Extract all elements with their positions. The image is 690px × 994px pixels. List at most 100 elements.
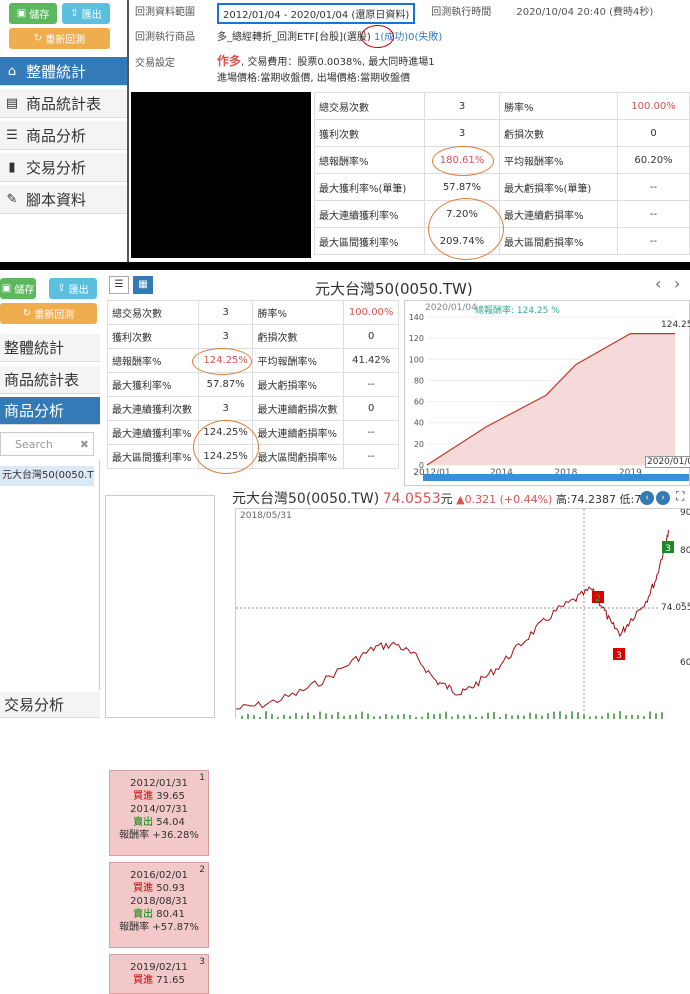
fail-link[interactable]: 0(失敗) <box>408 32 442 43</box>
stats-value: 41.42% <box>343 348 399 373</box>
stats-value: 57.87% <box>424 173 500 201</box>
grid-view-toggle[interactable]: ▦ <box>133 276 153 294</box>
stats-label: 勝率% <box>252 300 345 325</box>
nav-trade-analysis[interactable]: ▮ 交易分析 <box>0 153 127 182</box>
export-button[interactable]: ⇪ 匯出 <box>62 3 110 24</box>
search-input[interactable]: Search <box>15 438 80 451</box>
stats-value: -- <box>617 173 690 201</box>
trade-sell-date: 2018/08/31 <box>130 896 188 907</box>
stats-label: 獲利次數 <box>107 324 199 349</box>
stats-value: -- <box>617 227 690 255</box>
trade-card[interactable]: 3 2019/02/11 買進 71.65 <box>109 954 209 994</box>
save-icon: ▣ <box>1 283 12 294</box>
stats-value: 0 <box>343 324 399 349</box>
expand-icon[interactable]: ⛶ <box>676 489 684 504</box>
trade-card[interactable]: 2 2016/02/01 買進 50.93 2018/08/31 賣出 80.41 報酬率… <box>109 862 209 948</box>
nav-product-analysis[interactable]: ☰ 商品分析 <box>0 121 127 150</box>
volume-bar <box>457 714 459 719</box>
setting-line2: 進場價格:當期收盤價, 出場價格:當期收盤價 <box>217 73 411 84</box>
annotation-circle <box>192 348 252 375</box>
stats-value: 3 <box>197 324 254 349</box>
search-box[interactable]: Search ✖ <box>0 432 94 456</box>
redacted-block <box>131 92 311 258</box>
trade-sell-date: 2014/07/31 <box>130 804 188 815</box>
bar-chart-icon: ▮ <box>8 159 16 175</box>
y-tick-label: 100 <box>409 355 424 364</box>
stats-label: 最大虧損率%(單筆) <box>499 173 618 201</box>
volume-bar <box>391 715 393 719</box>
trade-card[interactable]: 1 2012/01/31 買進 39.65 2014/07/31 賣出 54.04 報酬率… <box>109 770 209 856</box>
screenshot-separator <box>0 262 690 270</box>
y-tick-label: 120 <box>409 334 424 343</box>
product-value: 多_總經轉折_回測ETF[台股](選股) <box>217 32 371 43</box>
y-tick-label: 60 <box>414 398 424 407</box>
bottom-panel: ▣ 儲存 ⇪ 匯出 ↻ 重新回測 整體統計 商品統計表 商品分析 Search ✖ 元… <box>0 270 690 994</box>
trade-buy-label: 買進 <box>133 791 154 802</box>
nav-product-table[interactable]: ▤ 商品統計表 <box>0 89 127 118</box>
trade-return: +36.28% <box>152 830 199 841</box>
exec-time-label: 回測執行時間 <box>431 7 492 18</box>
y-tick-label: 140 <box>409 313 424 322</box>
volume-bar <box>325 713 327 719</box>
nav-trade-analysis[interactable]: 交易分析 <box>0 692 100 718</box>
close-icon[interactable]: ✖ <box>80 438 89 451</box>
trade-marker-sell: 3 <box>662 541 674 554</box>
trade-number: 3 <box>199 957 205 967</box>
nav-overall[interactable]: 整體統計 <box>0 334 100 362</box>
rerun-button[interactable]: ↻ 重新回測 <box>0 303 97 324</box>
export-button[interactable]: ⇪ 匯出 <box>49 278 97 299</box>
stats-label: 虧損次數 <box>252 324 345 349</box>
nav-script[interactable]: ✎ 腳本資料 <box>0 185 127 214</box>
chevron-left-icon[interactable]: ‹ <box>655 274 661 293</box>
chevron-right-icon[interactable]: › <box>674 274 680 293</box>
price-header: 元大台灣50(0050.TW) 74.0553元 ▲0.321 (+0.44%)… <box>232 488 690 508</box>
volume-bar <box>565 714 567 719</box>
volume-bar <box>637 715 639 719</box>
stats-row: 獲利次數 3 虧損次數 0 <box>314 119 690 147</box>
equity-date-label: 2020/01/04 <box>425 303 477 313</box>
volume-bar <box>613 713 615 719</box>
volume-bar <box>307 712 309 719</box>
nav-product-table[interactable]: 商品統計表 <box>0 366 100 394</box>
export-icon: ⇪ <box>57 283 66 294</box>
y-tick-label: 80 <box>680 546 690 556</box>
volume-bar <box>439 713 441 719</box>
trade-buy-label: 買進 <box>133 883 154 894</box>
refresh-icon: ↻ <box>33 33 43 44</box>
price-unit: 元 <box>440 492 453 506</box>
chart-next-icon[interactable]: › <box>656 491 670 505</box>
price-change: ▲0.321 (+0.44%) <box>456 493 553 506</box>
save-button[interactable]: ▣ 儲存 <box>0 278 36 299</box>
volume-bar <box>343 715 345 719</box>
nav-product-analysis[interactable]: 商品分析 <box>0 397 100 425</box>
trade-buy-label: 買進 <box>133 975 154 986</box>
refresh-icon: ↻ <box>22 308 32 319</box>
volume-bar <box>595 715 597 719</box>
volume-bar <box>289 715 291 719</box>
chart-prev-icon[interactable]: ‹ <box>640 491 654 505</box>
list-view-toggle[interactable]: ☰ <box>109 276 129 294</box>
volume-bar <box>433 714 435 719</box>
price-value: 74.0553 <box>382 491 441 507</box>
price-high: 高:74.2387 <box>555 493 617 506</box>
volume-bar <box>463 715 465 719</box>
list-icon: ☰ <box>6 127 18 143</box>
volume-bar <box>301 715 303 719</box>
volume-bar <box>409 715 411 719</box>
annotation-circle <box>193 420 259 474</box>
nav-overall[interactable]: ⌂ 整體統計 <box>0 57 127 86</box>
volume-bar <box>625 715 627 719</box>
save-icon: ▣ <box>16 8 27 19</box>
trade-buy-date: 2019/02/11 <box>130 962 188 973</box>
volume-bar <box>271 713 273 719</box>
save-button[interactable]: ▣ 儲存 <box>9 3 57 24</box>
volume-bar <box>631 714 633 719</box>
trade-buy-date: 2016/02/01 <box>130 870 188 881</box>
rerun-button[interactable]: ↻ 重新回測 <box>9 28 110 49</box>
stats-value: 100.00% <box>617 92 690 120</box>
stats-label: 平均報酬率% <box>252 348 345 373</box>
volume-bar <box>607 712 609 719</box>
equity-metric-label: 總報酬率: 124.25 % <box>475 306 560 316</box>
range-slider[interactable] <box>423 474 689 481</box>
price-tag: 74.0553 <box>660 603 690 613</box>
